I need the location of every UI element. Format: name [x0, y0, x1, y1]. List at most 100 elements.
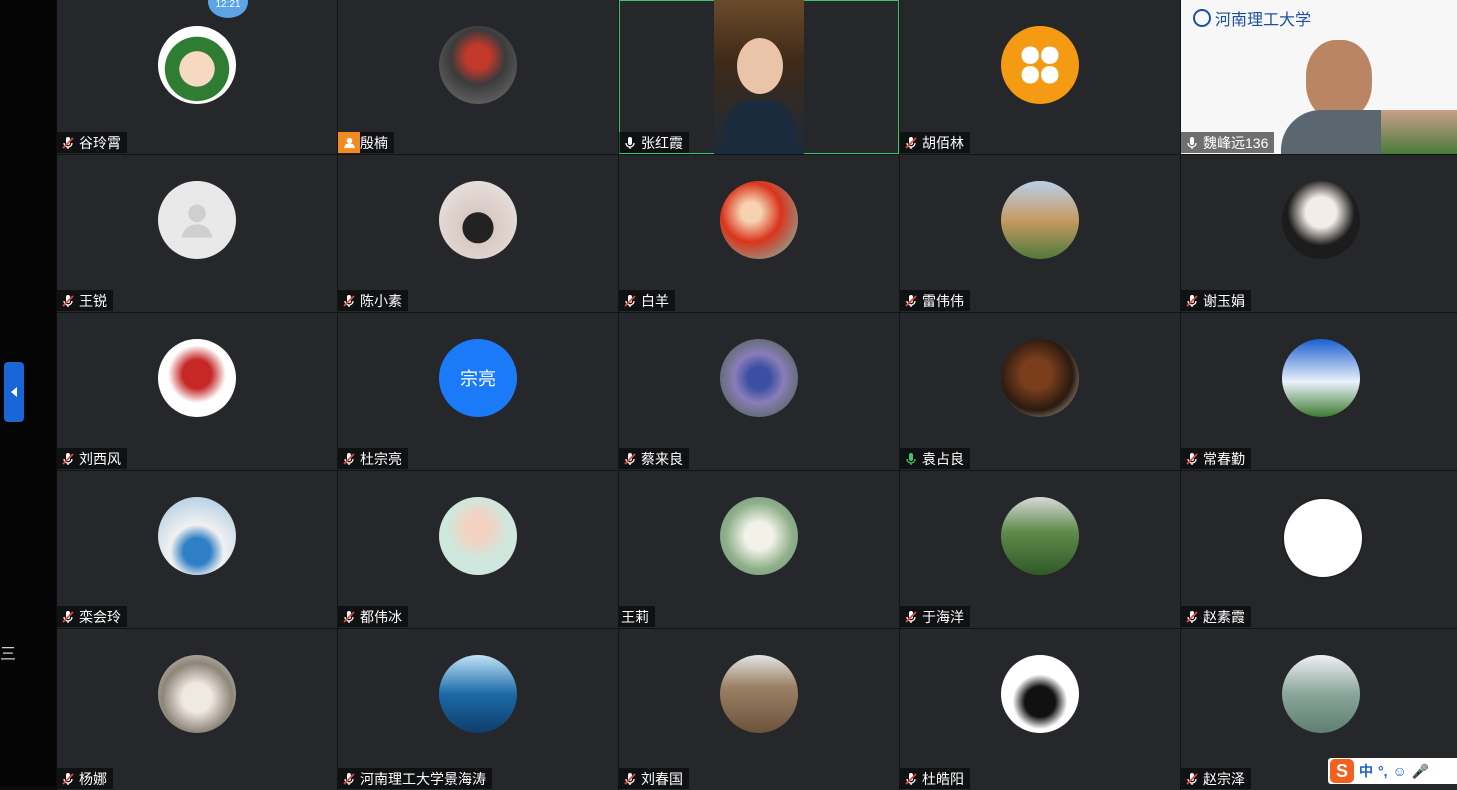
farmland-avatar	[1001, 497, 1079, 575]
participant-tile[interactable]: 胡佰林	[900, 0, 1180, 154]
participant-name: 殷楠	[360, 134, 388, 151]
participant-tile[interactable]: 河南理工大学景海涛	[338, 629, 618, 790]
participant-tile[interactable]: 殷楠	[338, 0, 618, 154]
participant-label: 白羊	[619, 290, 675, 311]
mic-muted-icon[interactable]	[338, 448, 360, 469]
person-icon	[181, 204, 213, 238]
participant-name: 王莉	[621, 608, 649, 625]
participant-tile[interactable]: 谢玉娟	[1181, 155, 1457, 312]
collapse-panel-button[interactable]	[4, 362, 24, 422]
participant-label: 袁占良	[900, 448, 970, 469]
participant-tile[interactable]: 陈小素	[338, 155, 618, 312]
participant-name: 谷玲霄	[79, 134, 121, 151]
participant-tile[interactable]: 杨娜	[57, 629, 337, 790]
participant-label: 王莉	[619, 606, 655, 627]
participant-tile[interactable]: 12:21 谷玲霄	[57, 0, 337, 154]
user-icon	[338, 132, 360, 153]
mic-on-icon[interactable]	[900, 448, 922, 469]
participant-tile[interactable]: 王莉	[619, 471, 899, 628]
moon-ornament-avatar	[439, 181, 517, 259]
ime-mode-toggle[interactable]: 中	[1359, 761, 1373, 781]
voice-input-icon[interactable]: 🎤	[1412, 763, 1429, 780]
emoji-icon[interactable]: ☺	[1393, 763, 1407, 779]
menu-icon[interactable]: 三	[0, 640, 16, 664]
participant-tile[interactable]: 刘西风	[57, 313, 337, 470]
participant-tile[interactable]: 宗亮杜宗亮	[338, 313, 618, 470]
participant-label: 谷玲霄	[57, 132, 127, 153]
participant-name: 杜宗亮	[360, 450, 402, 467]
default-person-avatar	[158, 181, 236, 259]
ime-toolbar[interactable]: S 中 °, ☺ 🎤	[1328, 758, 1457, 784]
participant-name: 谢玉娟	[1203, 292, 1245, 309]
mic-muted-icon[interactable]	[338, 606, 360, 627]
left-sidebar: 三	[0, 0, 56, 786]
participant-tile[interactable]: 都伟冰	[338, 471, 618, 628]
time-badge: 12:21	[208, 0, 248, 18]
mic-muted-icon[interactable]	[1181, 606, 1203, 627]
mic-on-icon[interactable]	[1181, 132, 1203, 153]
participant-name: 于海洋	[922, 608, 964, 625]
mic-muted-icon[interactable]	[57, 290, 79, 311]
mic-muted-icon[interactable]	[900, 132, 922, 153]
participant-name: 都伟冰	[360, 608, 402, 625]
mic-muted-icon[interactable]	[619, 448, 641, 469]
participant-label: 殷楠	[338, 132, 394, 153]
participant-tile[interactable]: 雷伟伟	[900, 155, 1180, 312]
participant-tile[interactable]: 栾会玲	[57, 471, 337, 628]
participant-label: 魏峰远136	[1181, 132, 1275, 153]
participant-tile[interactable]: 常春勤	[1181, 313, 1457, 470]
mic-muted-icon[interactable]	[57, 606, 79, 627]
mic-muted-icon[interactable]	[338, 290, 360, 311]
initials-avatar: 宗亮	[439, 339, 517, 417]
red-robot-avatar	[158, 339, 236, 417]
participant-tile[interactable]: 王锐	[57, 155, 337, 312]
child-photo-avatar	[439, 497, 517, 575]
university-logo-icon	[1193, 9, 1211, 27]
mic-muted-icon[interactable]	[57, 448, 79, 469]
participant-tile[interactable]: 河南理工大学魏峰远136	[1181, 0, 1457, 154]
doodle-girl-avatar	[1282, 497, 1364, 579]
participant-tile[interactable]: 赵素霞	[1181, 471, 1457, 628]
mic-muted-icon[interactable]	[57, 132, 79, 153]
participant-name: 袁占良	[922, 450, 964, 467]
ime-punct-toggle[interactable]: °,	[1378, 763, 1388, 779]
mic-muted-icon[interactable]	[900, 290, 922, 311]
mic-muted-icon[interactable]	[1181, 448, 1203, 469]
participant-tile[interactable]: 白羊	[619, 155, 899, 312]
mic-muted-icon[interactable]	[900, 606, 922, 627]
participant-label: 胡佰林	[900, 132, 970, 153]
participant-name: 王锐	[79, 292, 107, 309]
participant-label: 栾会玲	[57, 606, 127, 627]
participant-name: 刘西风	[79, 450, 121, 467]
daisy-vase-avatar	[158, 497, 236, 575]
participant-label: 刘西风	[57, 448, 127, 469]
participant-label: 杜宗亮	[338, 448, 408, 469]
participant-name: 胡佰林	[922, 134, 964, 151]
sketch-girl-avatar	[1282, 181, 1360, 259]
participant-tile[interactable]: 蔡来良	[619, 313, 899, 470]
cartoon-girl-avatar	[158, 26, 236, 104]
mic-on-icon[interactable]	[619, 132, 641, 153]
participant-label: 蔡来良	[619, 448, 689, 469]
participant-tile[interactable]: 袁占良	[900, 313, 1180, 470]
participant-name: 魏峰远136	[1203, 134, 1269, 151]
participant-label: 张红霞	[619, 132, 689, 153]
participant-label: 雷伟伟	[900, 290, 970, 311]
participant-name: 张红霞	[641, 134, 683, 151]
participant-tile[interactable]: 于海洋	[900, 471, 1180, 628]
video-feed: 河南理工大学	[1181, 0, 1457, 154]
university-name: 河南理工大学	[1215, 10, 1312, 29]
sea-coast-avatar	[439, 655, 517, 733]
participant-tile[interactable]: 杜皓阳	[900, 629, 1180, 790]
mic-muted-icon[interactable]	[1181, 290, 1203, 311]
participant-name: 常春勤	[1203, 450, 1245, 467]
participant-tile[interactable]: 刘春国	[619, 629, 899, 790]
participant-label: 赵素霞	[1181, 606, 1251, 627]
flowers-avatar	[720, 339, 798, 417]
mic-muted-icon[interactable]	[619, 290, 641, 311]
participant-name: 赵素霞	[1203, 608, 1245, 625]
orange-clover-avatar	[1001, 26, 1079, 104]
participant-tile[interactable]: 张红霞	[619, 0, 899, 154]
root-sculpture-avatar	[1001, 339, 1079, 417]
sogou-logo-icon[interactable]: S	[1330, 759, 1354, 783]
